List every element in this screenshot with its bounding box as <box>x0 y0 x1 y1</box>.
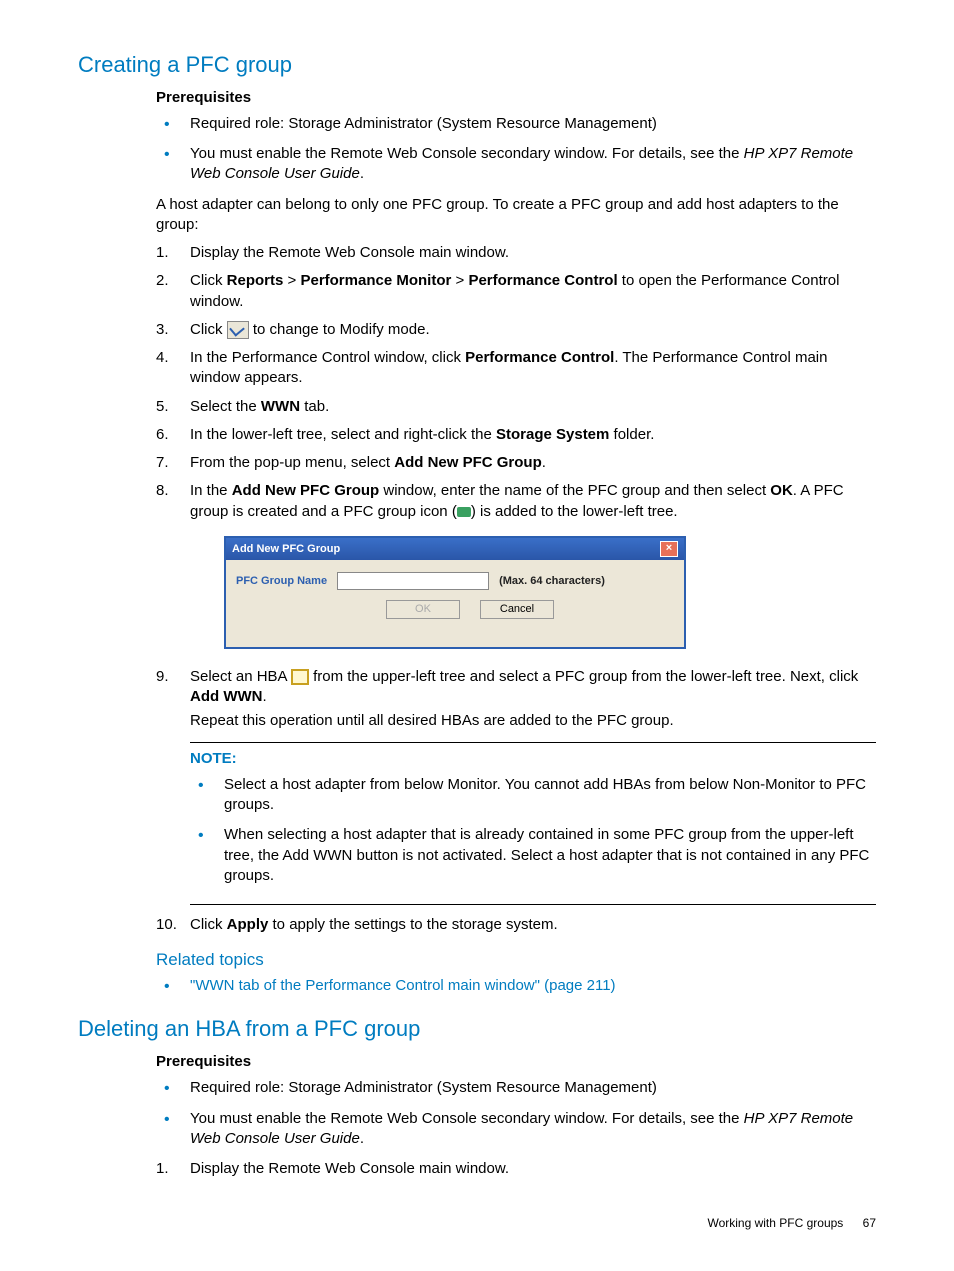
text: You must enable the Remote Web Console s… <box>190 1110 744 1127</box>
step-6: In the lower-left tree, select and right… <box>156 425 876 445</box>
step-1: Display the Remote Web Console main wind… <box>156 243 876 263</box>
bold: Performance Control <box>465 349 614 366</box>
text: . <box>360 1130 364 1147</box>
text: to apply the settings to the storage sys… <box>268 916 557 933</box>
bold: Storage System <box>496 426 609 443</box>
text: to change to Modify mode. <box>249 321 430 338</box>
cancel-button[interactable]: Cancel <box>480 600 554 619</box>
bold: OK <box>770 482 793 499</box>
close-icon[interactable]: × <box>660 541 678 557</box>
text: Click <box>190 916 227 933</box>
prerequisites-title: Prerequisites <box>156 88 876 108</box>
bold: Add New PFC Group <box>394 454 542 471</box>
text: Select the <box>190 398 261 415</box>
bold: Add New PFC Group <box>232 482 380 499</box>
note-label: NOTE: <box>190 749 876 769</box>
bold: WWN <box>261 398 300 415</box>
prereq-item: Required role: Storage Administrator (Sy… <box>156 1078 876 1098</box>
note-box: NOTE: Select a host adapter from below M… <box>190 742 876 906</box>
text: In the lower-left tree, select and right… <box>190 426 496 443</box>
text: You must enable the Remote Web Console s… <box>190 145 744 162</box>
step-7: From the pop-up menu, select Add New PFC… <box>156 453 876 473</box>
step-9: Select an HBA from the upper-left tree a… <box>156 667 876 905</box>
text: . <box>262 688 266 705</box>
menu-performance-monitor: Performance Monitor <box>300 272 451 289</box>
bold: Apply <box>227 916 269 933</box>
modify-mode-icon <box>227 321 249 339</box>
text: In the <box>190 482 232 499</box>
menu-reports: Reports <box>227 272 284 289</box>
heading-deleting-hba: Deleting an HBA from a PFC group <box>78 1014 876 1044</box>
text: Click <box>190 321 227 338</box>
text: Click <box>190 272 227 289</box>
intro-paragraph: A host adapter can belong to only one PF… <box>156 195 876 236</box>
note-item: Select a host adapter from below Monitor… <box>190 775 876 816</box>
pfc-group-name-label: PFC Group Name <box>236 574 327 589</box>
text: window, enter the name of the PFC group … <box>379 482 770 499</box>
text: > <box>451 272 468 289</box>
step-10: Click Apply to apply the settings to the… <box>156 915 876 935</box>
prereq-item: You must enable the Remote Web Console s… <box>156 1109 876 1150</box>
page-number: 67 <box>863 1216 876 1230</box>
text: from the upper-left tree and select a PF… <box>309 668 858 685</box>
ok-button[interactable]: OK <box>386 600 460 619</box>
pfc-group-name-input[interactable] <box>337 572 489 590</box>
heading-creating-pfc-group: Creating a PFC group <box>78 50 876 80</box>
text: folder. <box>609 426 654 443</box>
text: > <box>283 272 300 289</box>
text: ) is added to the lower-left tree. <box>471 503 678 520</box>
page-footer: Working with PFC groups 67 <box>78 1215 876 1231</box>
prereq-item: You must enable the Remote Web Console s… <box>156 144 876 185</box>
repeat-note: Repeat this operation until all desired … <box>190 711 876 731</box>
related-link[interactable]: "WWN tab of the Performance Control main… <box>190 977 616 994</box>
step-2: Click Reports > Performance Monitor > Pe… <box>156 271 876 312</box>
note-item: When selecting a host adapter that is al… <box>190 825 876 886</box>
prerequisites-title: Prerequisites <box>156 1052 876 1072</box>
prereq-item: Required role: Storage Administrator (Sy… <box>156 114 876 134</box>
text: Select an HBA <box>190 668 291 685</box>
text: . <box>360 165 364 182</box>
step-1: Display the Remote Web Console main wind… <box>156 1159 876 1179</box>
step-5: Select the WWN tab. <box>156 397 876 417</box>
footer-text: Working with PFC groups <box>707 1216 843 1230</box>
menu-performance-control: Performance Control <box>468 272 617 289</box>
text: In the Performance Control window, click <box>190 349 465 366</box>
bold: Add WWN <box>190 688 262 705</box>
step-8: In the Add New PFC Group window, enter t… <box>156 481 876 648</box>
text: . <box>542 454 546 471</box>
max-chars-hint: (Max. 64 characters) <box>499 574 605 589</box>
hba-icon <box>291 669 309 685</box>
pfc-group-icon <box>457 507 471 517</box>
text: tab. <box>300 398 329 415</box>
add-new-pfc-group-dialog: Add New PFC Group × PFC Group Name (Max.… <box>224 536 686 649</box>
related-topics-heading: Related topics <box>156 949 876 972</box>
step-4: In the Performance Control window, click… <box>156 348 876 389</box>
dialog-title: Add New PFC Group <box>232 542 340 557</box>
related-link-item: "WWN tab of the Performance Control main… <box>156 976 876 996</box>
step-3: Click to change to Modify mode. <box>156 320 876 340</box>
text: From the pop-up menu, select <box>190 454 394 471</box>
